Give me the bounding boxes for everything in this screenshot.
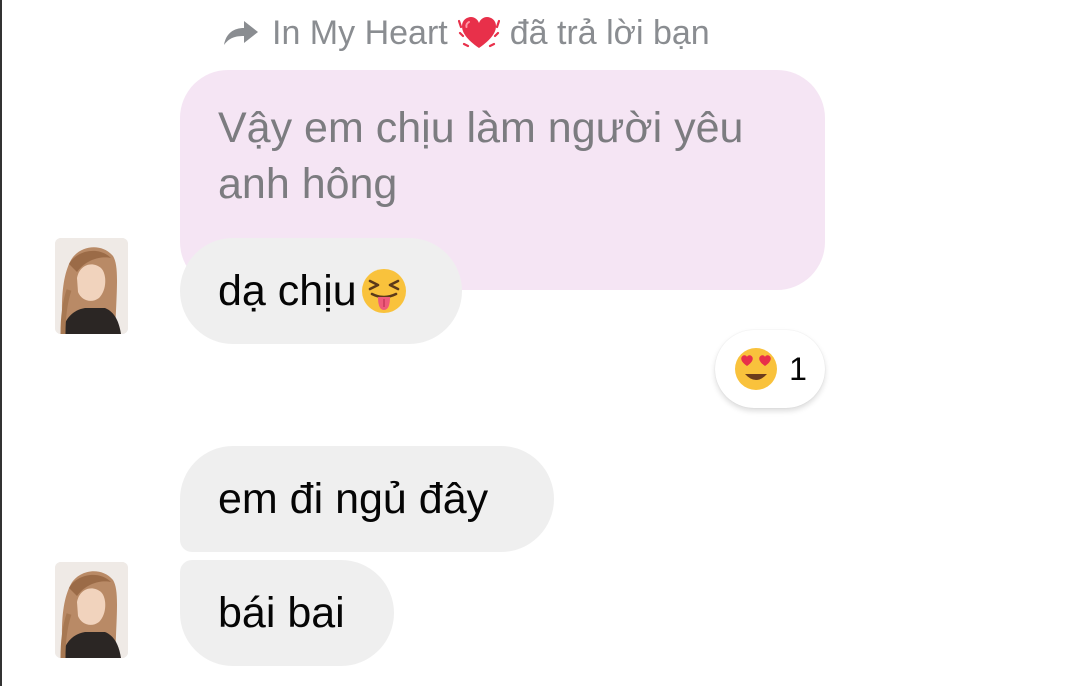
reply-sender-name: In My Heart xyxy=(272,13,448,52)
avatar[interactable] xyxy=(55,238,128,334)
message-text: dạ chịu xyxy=(218,266,357,315)
beating-heart-icon xyxy=(457,17,500,48)
quoted-message-text: Vậy em chịu làm người yêu anh hông xyxy=(218,104,744,208)
squinting-tongue-face-icon xyxy=(361,269,406,313)
avatar[interactable] xyxy=(55,562,128,658)
message-text: em đi ngủ đây xyxy=(218,474,489,523)
avatar-photo xyxy=(55,562,128,658)
message-bubble[interactable]: em đi ngủ đây xyxy=(180,446,554,552)
reply-header: In My Heart đã trả lời bạn xyxy=(222,12,710,54)
message-bubble[interactable]: dạ chịu xyxy=(180,238,462,344)
reaction-count: 1 xyxy=(789,350,807,387)
heart-eyes-face-icon xyxy=(735,348,778,390)
reply-arrow-icon xyxy=(224,21,258,45)
reaction-pill[interactable]: 1 xyxy=(715,330,825,408)
message-text: bái bai xyxy=(218,588,345,637)
screen-edge-line xyxy=(0,0,2,686)
message-bubble[interactable]: bái bai xyxy=(180,560,394,666)
avatar-photo xyxy=(55,238,128,334)
reply-action-text: đã trả lời bạn xyxy=(509,13,710,52)
